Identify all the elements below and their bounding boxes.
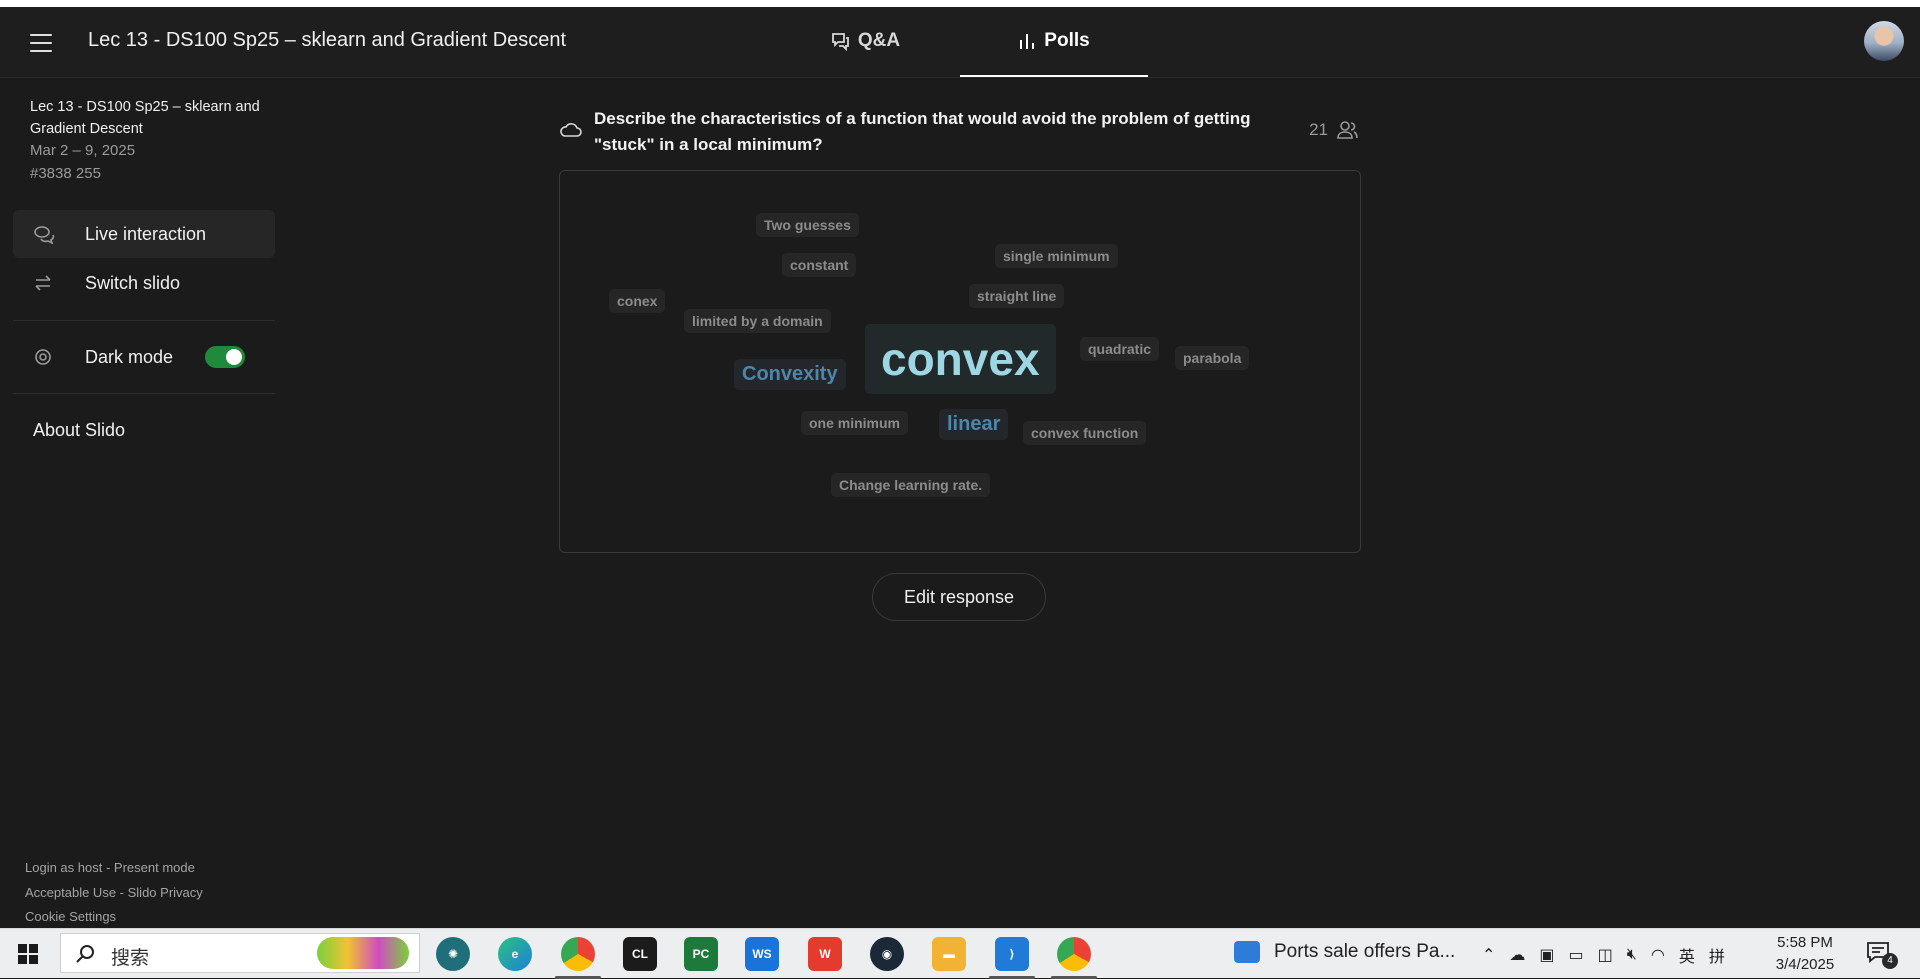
notification-count-badge: 4 [1882, 953, 1898, 969]
poll-question: Describe the characteristics of a functi… [560, 106, 1360, 158]
meet-icon[interactable]: ◫ [1598, 945, 1613, 965]
search-icon [76, 945, 94, 963]
user-avatar[interactable] [1864, 21, 1904, 61]
word-cloud-entry: Convexity [734, 359, 846, 390]
footer-links-row-2: Acceptable Use - Slido Privacy [25, 885, 203, 900]
notification-center-icon[interactable]: 4 [1866, 941, 1898, 969]
clion-icon[interactable]: CL [623, 937, 657, 971]
acceptable-use-link[interactable]: Acceptable Use [25, 885, 116, 900]
cookie-settings-link[interactable]: Cookie Settings [25, 909, 116, 924]
event-title: Lec 13 - DS100 Sp25 – sklearn and Gradie… [88, 29, 567, 51]
volume-muted-icon[interactable]: 🔇︎ [1627, 946, 1637, 964]
sidebar-divider [13, 320, 275, 321]
windows-start-icon[interactable] [18, 944, 38, 964]
word-cloud-entry: conex [609, 289, 666, 313]
search-highlight-mask-icon [317, 937, 409, 969]
sidebar: Lec 13 - DS100 Sp25 – sklearn and Gradie… [0, 78, 290, 928]
taskbar-news-widget[interactable]: Ports sale offers Pa... [1234, 941, 1455, 963]
chrome-browser-icon[interactable] [555, 937, 601, 979]
steam-icon[interactable]: ◉ [870, 937, 904, 971]
battery-icon[interactable]: ▭ [1569, 945, 1584, 965]
news-widget-icon [1234, 941, 1260, 963]
ime-mode[interactable]: 拼 [1709, 943, 1725, 967]
dark-mode-row: Dark mode [13, 333, 193, 381]
tab-polls-label: Polls [1044, 30, 1090, 51]
onedrive-icon[interactable]: ☁ [1509, 945, 1525, 965]
window-top-strip [0, 0, 1920, 7]
word-cloud-entry: constant [782, 253, 857, 277]
brain-app-icon[interactable]: ✺ [436, 937, 470, 971]
participant-count-value: 21 [1309, 120, 1328, 139]
tab-qa[interactable]: Q&A [820, 7, 910, 75]
word-cloud-entry: quadratic [1080, 337, 1160, 361]
word-cloud-entry: Two guesses [756, 213, 859, 237]
system-tray: ⌃ ☁ ▣ ▭ ◫ 🔇︎ ◠ 英 拼 [1482, 943, 1725, 967]
webstorm-icon[interactable]: WS [745, 937, 779, 971]
app-tray-icon[interactable]: ▣ [1539, 945, 1554, 965]
word-cloud-entry: single minimum [995, 244, 1118, 268]
word-cloud-entry: convex [865, 324, 1056, 394]
sidebar-item-label: Live interaction [85, 223, 207, 244]
vscode-icon[interactable]: ⟩ [989, 937, 1035, 979]
participants-icon [1337, 121, 1358, 139]
ime-language[interactable]: 英 [1679, 943, 1695, 967]
pycharm-icon[interactable]: PC [684, 937, 718, 971]
news-headline: Ports sale offers Pa... [1274, 941, 1456, 962]
sidebar-item-switch-slido[interactable]: Switch slido [13, 259, 275, 307]
taskbar-clock[interactable]: 5:58 PM 3/4/2025 [1770, 932, 1840, 976]
sidebar-item-label: Switch slido [85, 272, 181, 293]
hamburger-menu-icon[interactable] [30, 34, 52, 52]
chrome-profile-icon[interactable] [1051, 937, 1097, 979]
word-cloud: Two guesses constant single minimum cone… [559, 170, 1361, 553]
word-cloud-entry: limited by a domain [684, 309, 831, 333]
footer-separator: - [102, 860, 114, 875]
tab-polls[interactable]: Polls [960, 7, 1148, 77]
search-placeholder: 搜索 [111, 948, 150, 969]
chat-bubble-icon [831, 33, 849, 51]
bar-chart-icon [1020, 34, 1035, 49]
event-date-range: Mar 2 – 9, 2025 [30, 142, 136, 159]
word-cloud-entry: linear [939, 409, 1009, 440]
word-cloud-entry: convex function [1023, 421, 1147, 445]
app-header: Lec 13 - DS100 Sp25 – sklearn and Gradie… [0, 7, 1920, 78]
sidebar-event-title: Lec 13 - DS100 Sp25 – sklearn and Gradie… [30, 99, 260, 137]
sidebar-item-live-interaction[interactable]: Live interaction [13, 210, 275, 258]
windows-taskbar: 搜索 ✺ e CL PC WS W ◉ ▬ ⟩ Ports sale offer… [0, 928, 1920, 979]
edge-browser-icon[interactable]: e [498, 937, 532, 971]
dark-mode-label: Dark mode [85, 346, 174, 367]
wps-office-icon[interactable]: W [808, 937, 842, 971]
footer-links-row-1: Login as host - Present mode [25, 860, 195, 875]
slido-privacy-link[interactable]: Slido Privacy [128, 885, 203, 900]
file-explorer-icon[interactable]: ▬ [932, 937, 966, 971]
participant-count: 21 [1309, 120, 1360, 140]
word-cloud-entry: one minimum [801, 411, 909, 435]
dark-mode-icon [33, 347, 63, 367]
wifi-icon[interactable]: ◠ [1651, 945, 1665, 965]
footer-links-row-3: Cookie Settings [25, 909, 116, 924]
tab-qa-label: Q&A [857, 30, 901, 51]
word-cloud-entry: parabola [1175, 346, 1250, 370]
present-mode-link[interactable]: Present mode [114, 860, 195, 875]
chevron-up-icon[interactable]: ⌃ [1482, 945, 1495, 965]
event-code: #3838 255 [30, 165, 101, 182]
login-as-host-link[interactable]: Login as host [25, 860, 102, 875]
footer-separator: - [116, 885, 128, 900]
poll-question-text: Describe the characteristics of a functi… [594, 109, 1251, 154]
clock-date: 3/4/2025 [1775, 956, 1835, 973]
about-slido-link[interactable]: About Slido [33, 420, 125, 441]
dark-mode-toggle[interactable] [205, 346, 245, 368]
chat-bubbles-icon [33, 224, 63, 244]
edit-response-button[interactable]: Edit response [872, 573, 1046, 621]
taskbar-search-box[interactable]: 搜索 [60, 933, 420, 973]
sidebar-divider [13, 393, 275, 394]
word-cloud-entry: straight line [969, 284, 1065, 308]
swap-arrows-icon [33, 274, 63, 292]
word-cloud-entry: Change learning rate. [831, 473, 991, 497]
cloud-icon [560, 122, 582, 143]
clock-time: 5:58 PM [1777, 934, 1833, 951]
